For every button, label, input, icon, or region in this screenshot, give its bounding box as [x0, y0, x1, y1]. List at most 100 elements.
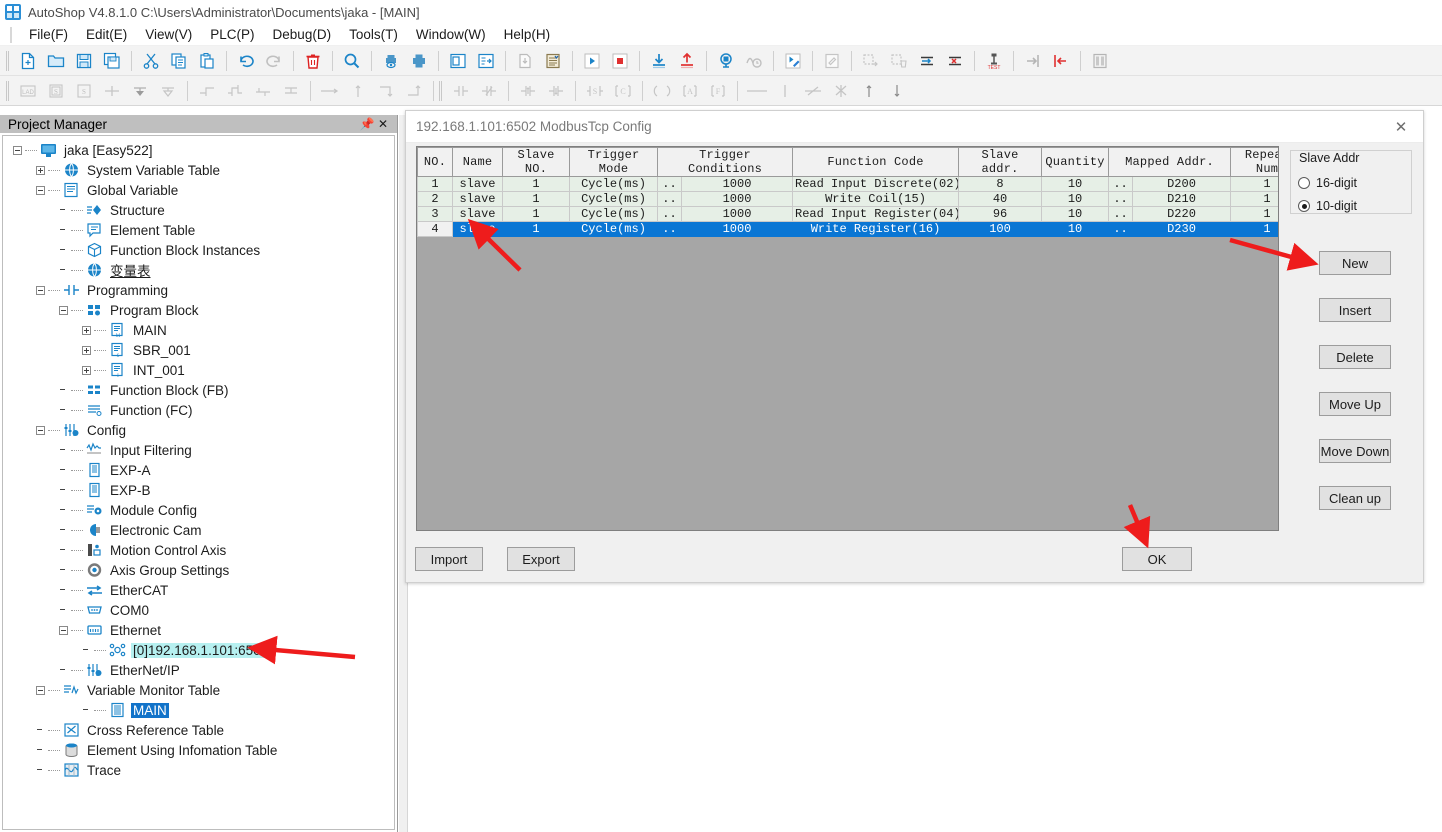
cell-trigger-dots[interactable]: .. [658, 222, 682, 237]
table-row[interactable]: 1 slave 1 Cycle(ms) .. 1000 Read Input D… [418, 177, 1280, 192]
tree-node-element-using-information-table[interactable]: Element Using Infomation Table [3, 740, 394, 760]
cell-trigger-dots[interactable]: .. [658, 192, 682, 207]
open-folder-icon[interactable] [43, 48, 69, 74]
cell-slave-addr[interactable]: 8 [959, 177, 1042, 192]
cell-slave-addr[interactable]: 40 [959, 192, 1042, 207]
tree-node-monitor-main[interactable]: MAIN [3, 700, 394, 720]
tree-node-exp-a[interactable]: EXP-A [3, 460, 394, 480]
tree-node-input-filtering[interactable]: Input Filtering [3, 440, 394, 460]
save-all-icon[interactable] [99, 48, 125, 74]
tree-node-ethercat[interactable]: EtherCAT [3, 580, 394, 600]
tree-node-system-variable-table[interactable]: System Variable Table [3, 160, 394, 180]
cell-function-code[interactable]: Read Input Register(04) [793, 207, 959, 222]
radio-16-digit[interactable]: 16-digit [1298, 176, 1357, 190]
stop-icon[interactable] [607, 48, 633, 74]
cell-name[interactable]: slave [453, 222, 503, 237]
cell-slave-addr[interactable]: 100 [959, 222, 1042, 237]
tree-node-root[interactable]: jaka [Easy522] [3, 140, 394, 160]
search-icon[interactable] [339, 48, 365, 74]
cell-trigger-mode[interactable]: Cycle(ms) [570, 192, 658, 207]
cell-name[interactable]: slave [453, 177, 503, 192]
col-trigger-mode[interactable]: Trigger Mode [570, 148, 658, 177]
tree-node-com0[interactable]: COM0 [3, 600, 394, 620]
tree-node-global-variable[interactable]: Global Variable [3, 180, 394, 200]
menu-help[interactable]: Help(H) [495, 25, 560, 44]
expand-collapse-toggle[interactable] [82, 326, 91, 335]
expand-collapse-toggle[interactable] [82, 346, 91, 355]
cell-trigger-conditions[interactable]: 1000 [682, 207, 793, 222]
cell-trigger-mode[interactable]: Cycle(ms) [570, 207, 658, 222]
tree-node-bianliangbiao[interactable]: 变量表 [3, 260, 394, 280]
cell-function-code[interactable]: Read Input Discrete(02) [793, 177, 959, 192]
project-tree[interactable]: jaka [Easy522] System Variable Table Glo… [2, 135, 395, 830]
expand-collapse-toggle[interactable] [82, 366, 91, 375]
col-slave-addr[interactable]: Slave addr. [959, 148, 1042, 177]
ok-button[interactable]: OK [1122, 547, 1192, 571]
modbus-table[interactable]: NO. Name Slave NO. Trigger Mode Trigger … [417, 147, 1279, 237]
new-button[interactable]: New [1319, 251, 1391, 275]
move-up-button[interactable]: Move Up [1319, 392, 1391, 416]
insert-row-icon[interactable] [914, 48, 940, 74]
cell-slave-no[interactable]: 1 [503, 192, 570, 207]
cell-quantity[interactable]: 10 [1042, 207, 1109, 222]
pin-icon[interactable]: 📌 [359, 116, 375, 132]
cut-icon[interactable] [138, 48, 164, 74]
tree-node-int-001[interactable]: I INT_001 [3, 360, 394, 380]
close-icon[interactable]: ✕ [375, 116, 391, 132]
undo-icon[interactable] [233, 48, 259, 74]
cell-slave-no[interactable]: 1 [503, 222, 570, 237]
cell-mapped-addr[interactable]: D220 [1133, 207, 1231, 222]
menu-file[interactable]: File(F) [20, 25, 77, 44]
cell-name[interactable]: slave [453, 207, 503, 222]
menu-window[interactable]: Window(W) [407, 25, 495, 44]
insert-button[interactable]: Insert [1319, 298, 1391, 322]
cell-slave-no[interactable]: 1 [503, 207, 570, 222]
cell-function-code[interactable]: Write Register(16) [793, 222, 959, 237]
run-edit-icon[interactable] [780, 48, 806, 74]
cell-mapped-addr[interactable]: D210 [1133, 192, 1231, 207]
tree-node-main-program[interactable]: M MAIN [3, 320, 394, 340]
tree-node-motion-control-axis[interactable]: Motion Control Axis [3, 540, 394, 560]
delete-button[interactable]: Delete [1319, 345, 1391, 369]
col-no[interactable]: NO. [418, 148, 453, 177]
tree-node-sbr-001[interactable]: S SBR_001 [3, 340, 394, 360]
download-to-plc-icon[interactable] [646, 48, 672, 74]
cell-trigger-conditions[interactable]: 1000 [682, 222, 793, 237]
upload-from-plc-icon[interactable] [674, 48, 700, 74]
menu-debug[interactable]: Debug(D) [264, 25, 341, 44]
import-button[interactable]: Import [415, 547, 483, 571]
tree-node-ethernet-ip[interactable]: EtherNet/IP [3, 660, 394, 680]
tree-node-electronic-cam[interactable]: Electronic Cam [3, 520, 394, 540]
print-preview-icon[interactable] [378, 48, 404, 74]
menu-plc[interactable]: PLC(P) [201, 25, 263, 44]
cell-mapped-dots[interactable]: .. [1109, 207, 1133, 222]
cell-function-code[interactable]: Write Coil(15) [793, 192, 959, 207]
tree-node-function-fc[interactable]: Function (FC) [3, 400, 394, 420]
cell-trigger-mode[interactable]: Cycle(ms) [570, 177, 658, 192]
tree-node-cross-reference-table[interactable]: Cross Reference Table [3, 720, 394, 740]
tree-node-function-block-fb[interactable]: Function Block (FB) [3, 380, 394, 400]
col-repeat-num[interactable]: Repeat Num [1231, 148, 1279, 177]
tree-node-trace[interactable]: Trace [3, 760, 394, 780]
col-name[interactable]: Name [453, 148, 503, 177]
radio-10-digit[interactable]: 10-digit [1298, 199, 1357, 213]
expand-collapse-toggle[interactable] [13, 146, 22, 155]
cell-mapped-dots[interactable]: .. [1109, 192, 1133, 207]
cell-slave-addr[interactable]: 96 [959, 207, 1042, 222]
cell-mapped-addr[interactable]: D230 [1133, 222, 1231, 237]
expand-collapse-toggle[interactable] [59, 626, 68, 635]
tree-node-element-table[interactable]: Element Table [3, 220, 394, 240]
cell-repeat-num[interactable]: 1 [1231, 177, 1279, 192]
copy-icon[interactable] [166, 48, 192, 74]
tree-node-config[interactable]: Config [3, 420, 394, 440]
window-split-icon[interactable] [473, 48, 499, 74]
cell-repeat-num[interactable]: 1 [1231, 222, 1279, 237]
table-row[interactable]: 3 slave 1 Cycle(ms) .. 1000 Read Input R… [418, 207, 1280, 222]
cell-quantity[interactable]: 10 [1042, 192, 1109, 207]
save-icon[interactable] [71, 48, 97, 74]
table-row[interactable]: 2 slave 1 Cycle(ms) .. 1000 Write Coil(1… [418, 192, 1280, 207]
modbus-table-container[interactable]: NO. Name Slave NO. Trigger Mode Trigger … [416, 146, 1279, 531]
cell-trigger-dots[interactable]: .. [658, 177, 682, 192]
menu-view[interactable]: View(V) [136, 25, 201, 44]
new-file-icon[interactable] [15, 48, 41, 74]
